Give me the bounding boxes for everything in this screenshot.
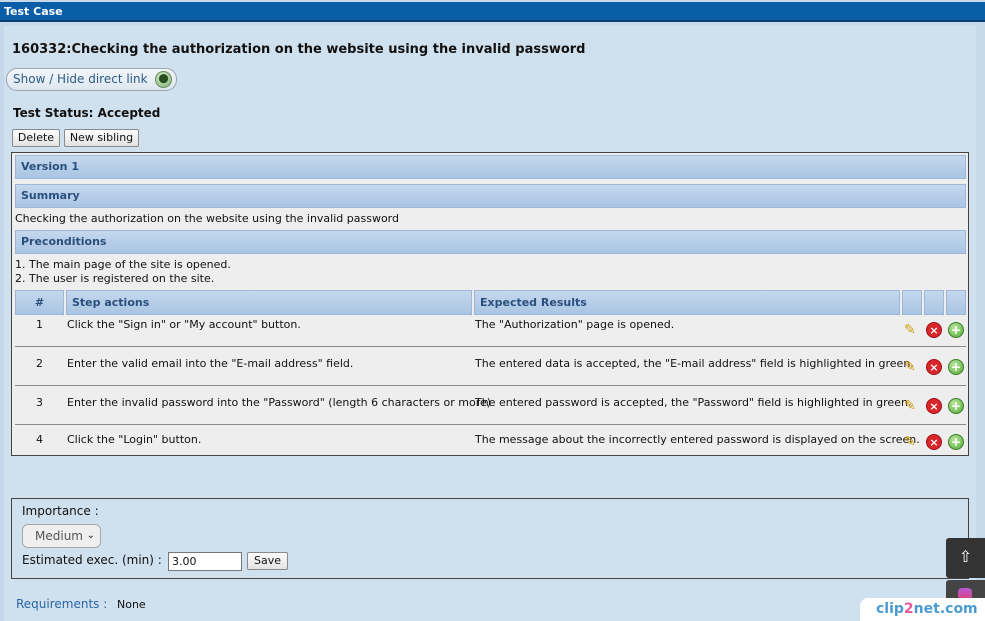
version-header: Version 1 (15, 155, 966, 179)
requirements-value: None (117, 598, 146, 611)
summary-header: Summary (15, 184, 966, 208)
add-icon[interactable]: + (948, 359, 964, 375)
scroll-top-icon[interactable]: ⇧ (946, 538, 985, 578)
pencil-icon[interactable]: ✎ (904, 359, 920, 375)
version-details: Version 1 Summary Checking the authoriza… (11, 152, 969, 456)
step-expected: The message about the incorrectly entere… (475, 433, 920, 446)
delete-icon[interactable]: × (926, 359, 942, 375)
table-row: 2 Enter the valid email into the "E-mail… (15, 347, 966, 386)
importance-panel: Importance : Medium ⌄ Estimated exec. (m… (11, 498, 969, 579)
importance-label: Importance : (22, 504, 99, 518)
step-action: Enter the invalid password into the "Pas… (67, 396, 492, 409)
precondition-line: 2. The user is registered on the site. (15, 272, 215, 285)
step-number: 4 (36, 433, 43, 446)
header-step-actions: Step actions (66, 290, 472, 315)
watermark-text-c: net.com (913, 601, 978, 617)
step-expected: The entered password is accepted, the "P… (475, 396, 912, 409)
direct-link-label: Show / Hide direct link (13, 72, 148, 86)
watermark-text-b: 2 (903, 601, 914, 617)
step-action: Click the "Login" button. (67, 433, 202, 446)
add-icon[interactable]: + (948, 398, 964, 414)
test-status: Test Status: Accepted (13, 106, 161, 120)
delete-icon[interactable]: × (926, 434, 942, 450)
new-sibling-button[interactable]: New sibling (64, 129, 139, 147)
importance-selected-value: Medium (35, 529, 83, 543)
header-add-column (946, 290, 966, 315)
side-widget[interactable] (946, 580, 985, 600)
step-action: Enter the valid email into the "E-mail a… (67, 357, 354, 370)
header-step-number: # (15, 290, 64, 315)
header-expected-results: Expected Results (474, 290, 900, 315)
delete-button[interactable]: Delete (12, 129, 60, 147)
step-expected: The "Authorization" page is opened. (475, 318, 675, 331)
delete-icon[interactable]: × (926, 322, 942, 338)
add-icon[interactable]: + (948, 434, 964, 450)
preconditions-header: Preconditions (15, 230, 966, 254)
table-row: 3 Enter the invalid password into the "P… (15, 386, 966, 425)
estimated-exec-input[interactable]: 3.00 (168, 552, 242, 571)
table-row: 1 Click the "Sign in" or "My account" bu… (15, 316, 966, 347)
header-delete-column (924, 290, 944, 315)
step-number: 1 (36, 318, 43, 331)
window-titlebar: Test Case (0, 2, 985, 22)
header-edit-column (902, 290, 922, 315)
pencil-icon[interactable]: ✎ (904, 398, 920, 414)
pencil-icon[interactable]: ✎ (904, 322, 920, 338)
window-title: Test Case (4, 5, 63, 18)
step-action: Click the "Sign in" or "My account" butt… (67, 318, 301, 331)
page-title: 160332:Checking the authorization on the… (12, 42, 586, 57)
delete-icon[interactable]: × (926, 398, 942, 414)
chevron-down-icon: ⌄ (86, 530, 95, 541)
step-number: 3 (36, 396, 43, 409)
table-row: 4 Click the "Login" button. The message … (15, 425, 966, 455)
step-expected: The entered data is accepted, the "E-mai… (475, 357, 914, 370)
link-icon: ⬤ (155, 71, 172, 88)
add-icon[interactable]: + (948, 322, 964, 338)
pencil-icon[interactable]: ✎ (904, 434, 920, 450)
precondition-line: 1. The main page of the site is opened. (15, 258, 231, 271)
importance-select[interactable]: Medium ⌄ (22, 524, 101, 548)
watermark-text-a: clip (876, 601, 904, 617)
requirements-label: Requirements : (16, 597, 108, 611)
watermark-logo: clip2net.com (860, 598, 985, 621)
step-number: 2 (36, 357, 43, 370)
estimated-exec-label: Estimated exec. (min) : (22, 553, 162, 567)
summary-text: Checking the authorization on the websit… (15, 212, 399, 225)
save-button[interactable]: Save (247, 552, 288, 570)
direct-link-button[interactable]: Show / Hide direct link ⬤ (6, 68, 177, 91)
